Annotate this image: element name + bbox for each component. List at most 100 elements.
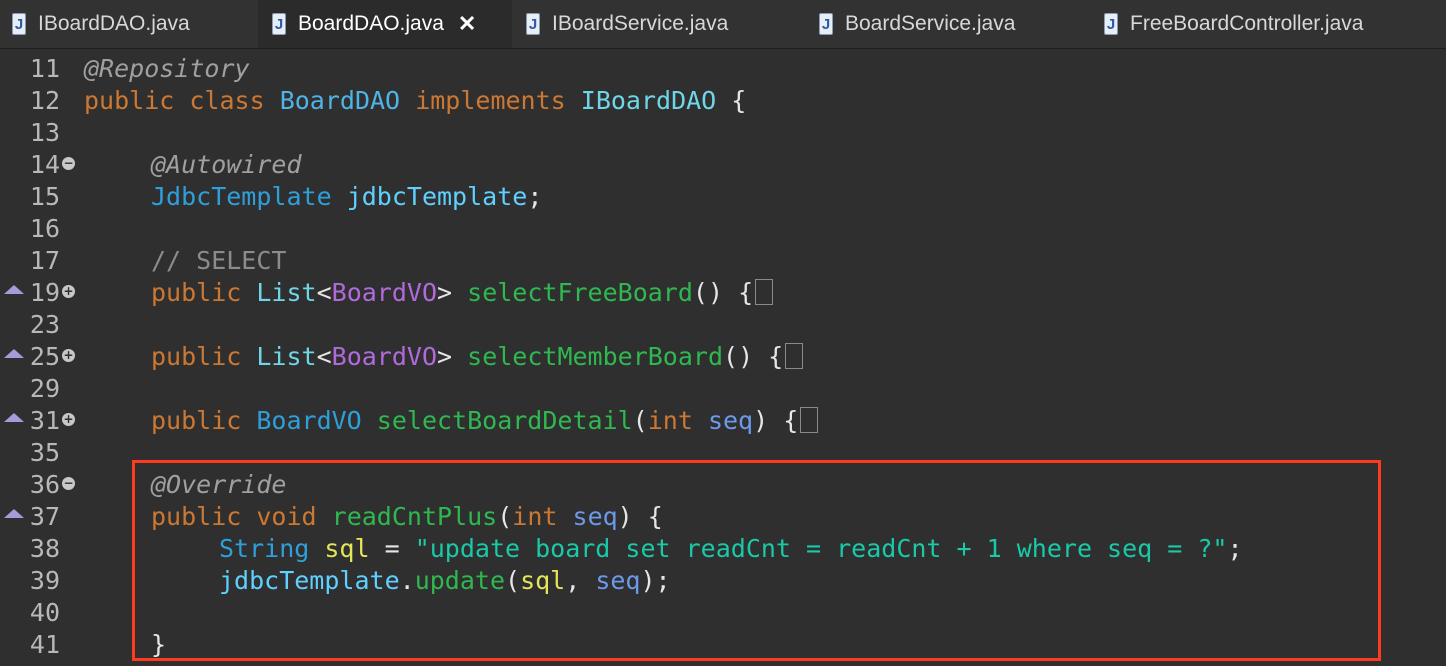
method-name: update bbox=[414, 566, 505, 595]
tab-boarddao[interactable]: J BoardDAO.java ✕ bbox=[258, 0, 512, 48]
paren-open: ( bbox=[497, 502, 513, 531]
code-line: // SELECT bbox=[151, 245, 286, 277]
brace: } bbox=[151, 630, 167, 659]
code-editor[interactable]: @Repository public class BoardDAO implem… bbox=[80, 49, 1446, 666]
line-number: 31 bbox=[29, 406, 60, 435]
tab-iboardservice[interactable]: J IBoardService.java bbox=[512, 0, 805, 48]
code-line: public class BoardDAO implements IBoardD… bbox=[84, 85, 746, 117]
java-file-icon: J bbox=[12, 13, 26, 35]
tab-label: IBoardDAO.java bbox=[38, 12, 190, 35]
comment: // SELECT bbox=[151, 246, 287, 275]
dot: . bbox=[399, 566, 415, 595]
comma: , bbox=[565, 566, 596, 595]
line-number: 35 bbox=[29, 438, 60, 467]
method-name: readCntPlus bbox=[331, 502, 498, 531]
line-number-gutter: 11 12 13 14 − 15 16 17 19 + 23 25 + 29 3… bbox=[0, 49, 80, 666]
paren-close: ); bbox=[640, 566, 671, 595]
line-number: 11 bbox=[29, 54, 60, 83]
method-signature-rest: ) { bbox=[617, 502, 663, 531]
parameter: seq bbox=[572, 502, 618, 531]
line-number: 19 bbox=[29, 278, 60, 307]
method-signature-rest: () { bbox=[723, 342, 784, 371]
line-number: 14 bbox=[29, 150, 60, 179]
field-name: jdbcTemplate bbox=[219, 566, 400, 595]
interface-name: IBoardDAO bbox=[580, 86, 717, 115]
fold-expand-icon[interactable]: + bbox=[62, 285, 75, 298]
tab-freeboardcontroller[interactable]: J FreeBoardController.java bbox=[1090, 0, 1446, 48]
parameter: seq bbox=[707, 406, 754, 435]
method-name: selectMemberBoard bbox=[467, 342, 724, 371]
line-number: 40 bbox=[29, 598, 60, 627]
code-line: public List<BoardVO> selectMemberBoard()… bbox=[151, 341, 804, 373]
line-number: 38 bbox=[29, 534, 60, 563]
code-line: } bbox=[151, 629, 166, 661]
keyword: public bbox=[151, 278, 242, 307]
keyword: public bbox=[151, 406, 242, 435]
keyword: public bbox=[151, 342, 242, 371]
generic-type: BoardVO bbox=[331, 278, 438, 307]
paren-open: ( bbox=[632, 406, 648, 435]
tab-boardservice[interactable]: J BoardService.java bbox=[805, 0, 1090, 48]
tab-iboarddao[interactable]: J IBoardDAO.java bbox=[0, 0, 258, 48]
keyword: int bbox=[512, 502, 558, 531]
type-name: List bbox=[256, 342, 317, 371]
keyword: public bbox=[84, 86, 175, 115]
generic-open: < bbox=[316, 278, 332, 307]
collapsed-code-icon[interactable] bbox=[755, 279, 774, 305]
line-number: 41 bbox=[29, 630, 60, 659]
fold-collapse-icon[interactable]: − bbox=[62, 157, 75, 170]
semicolon: ; bbox=[527, 182, 543, 211]
line-number: 23 bbox=[29, 310, 60, 339]
annotation: @Autowired bbox=[151, 150, 302, 179]
tab-label: IBoardService.java bbox=[552, 12, 729, 35]
fold-collapse-icon[interactable]: − bbox=[62, 477, 75, 490]
type-name: String bbox=[219, 534, 310, 563]
java-file-icon: J bbox=[526, 13, 540, 35]
tab-label: BoardService.java bbox=[845, 12, 1016, 35]
line-number: 39 bbox=[29, 566, 60, 595]
method-signature-rest: ) { bbox=[753, 406, 799, 435]
collapsed-code-icon[interactable] bbox=[785, 343, 804, 369]
keyword: public bbox=[151, 502, 242, 531]
java-file-icon: J bbox=[272, 13, 286, 35]
method-name: selectFreeBoard bbox=[467, 278, 693, 307]
generic-close: > bbox=[437, 342, 453, 371]
line-number: 13 bbox=[29, 118, 60, 147]
code-line: public List<BoardVO> selectFreeBoard() { bbox=[151, 277, 774, 309]
fold-expand-icon[interactable]: + bbox=[62, 349, 75, 362]
collapsed-code-icon[interactable] bbox=[800, 407, 819, 433]
java-file-icon: J bbox=[1104, 13, 1118, 35]
line-number: 37 bbox=[29, 502, 60, 531]
line-number: 16 bbox=[29, 214, 60, 243]
code-line: jdbcTemplate.update(sql, seq); bbox=[219, 565, 671, 597]
paren-open: ( bbox=[505, 566, 521, 595]
code-line: @Autowired bbox=[151, 149, 302, 181]
close-icon[interactable]: ✕ bbox=[458, 11, 476, 37]
line-number: 15 bbox=[29, 182, 60, 211]
type-name: List bbox=[256, 278, 317, 307]
keyword: int bbox=[647, 406, 693, 435]
method-signature-rest: () { bbox=[692, 278, 754, 307]
code-line: String sql = "update board set readCnt =… bbox=[219, 533, 1243, 565]
keyword: implements bbox=[415, 86, 566, 115]
keyword: void bbox=[256, 502, 317, 531]
fold-expand-icon[interactable]: + bbox=[62, 413, 75, 426]
code-line: @Repository bbox=[84, 53, 250, 85]
code-line: JdbcTemplate jdbcTemplate; bbox=[151, 181, 542, 213]
line-number: 29 bbox=[29, 374, 60, 403]
annotation: @Override bbox=[151, 470, 287, 499]
generic-close: > bbox=[437, 278, 453, 307]
tab-label: BoardDAO.java bbox=[298, 12, 444, 35]
generic-type: BoardVO bbox=[331, 342, 438, 371]
annotation: @Repository bbox=[84, 54, 250, 83]
local-variable: sql bbox=[324, 534, 370, 563]
string-literal: "update board set readCnt = readCnt + 1 … bbox=[414, 534, 1228, 563]
tab-label: FreeBoardController.java bbox=[1130, 12, 1364, 35]
editor-tab-bar: J IBoardDAO.java J BoardDAO.java ✕ J IBo… bbox=[0, 0, 1446, 49]
semicolon: ; bbox=[1227, 534, 1243, 563]
class-name: BoardDAO bbox=[279, 86, 401, 115]
line-number: 36 bbox=[29, 470, 60, 499]
method-name: selectBoardDetail bbox=[376, 406, 633, 435]
java-file-icon: J bbox=[819, 13, 833, 35]
generic-open: < bbox=[316, 342, 332, 371]
